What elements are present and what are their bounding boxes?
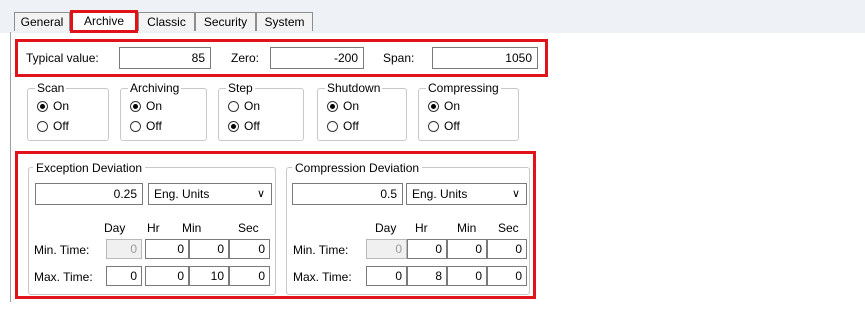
radio-button-icon[interactable] — [228, 100, 239, 112]
exception-min-sec[interactable]: 0 — [229, 239, 270, 259]
exception-min-hr[interactable]: 0 — [145, 239, 189, 259]
radio-step-on[interactable]: On — [228, 98, 260, 114]
compression-min-sec[interactable]: 0 — [487, 239, 527, 259]
radio-button-icon[interactable] — [428, 120, 439, 132]
radio-button-icon[interactable] — [130, 120, 141, 132]
compression-header-hr: Hr — [415, 221, 428, 235]
span-label: Span: — [383, 51, 415, 65]
compression-header-day: Day — [375, 221, 397, 235]
exception-max-min[interactable]: 10 — [189, 266, 229, 286]
radio-button-icon[interactable] — [428, 100, 439, 112]
tab-security[interactable]: Security — [195, 12, 256, 31]
compression-max-time-label: Max. Time: — [293, 270, 352, 284]
radio-label: On — [146, 99, 163, 113]
radio-archiving-off[interactable]: Off — [130, 118, 162, 134]
typical-value-label: Typical value: — [26, 51, 99, 65]
radio-group-title: Step — [226, 81, 255, 95]
radio-button-icon[interactable] — [327, 120, 338, 132]
compression-max-min[interactable]: 0 — [447, 266, 487, 286]
compression-units-label: Eng. Units — [412, 187, 468, 201]
tab-archive[interactable]: Archive — [70, 10, 138, 33]
compression-deviation-title: Compression Deviation — [292, 161, 423, 175]
radio-scan-off[interactable]: Off — [37, 118, 69, 134]
tab-classic[interactable]: Classic — [138, 12, 195, 31]
radio-label: On — [244, 99, 261, 113]
radio-button-icon[interactable] — [228, 120, 239, 132]
radio-button-icon[interactable] — [37, 120, 48, 132]
compression-min-time-label: Min. Time: — [293, 243, 349, 257]
exception-min-min[interactable]: 0 — [189, 239, 229, 259]
radio-label: On — [343, 99, 360, 113]
exception-deviation-title: Exception Deviation — [33, 161, 146, 175]
exception-header-min: Min — [182, 221, 202, 235]
radio-group-title: Archiving — [128, 81, 182, 95]
radio-label: Off — [244, 119, 260, 133]
radio-archiving-on[interactable]: On — [130, 98, 162, 114]
compression-value-input[interactable]: 0.5 — [292, 183, 403, 205]
compression-min-day: 0 — [366, 239, 407, 259]
tab-system[interactable]: System — [256, 12, 313, 31]
radio-shutdown-off[interactable]: Off — [327, 118, 359, 134]
chevron-down-icon: ∨ — [256, 188, 265, 200]
compression-max-sec[interactable]: 0 — [487, 266, 527, 286]
exception-max-sec[interactable]: 0 — [229, 266, 270, 286]
zero-label: Zero: — [231, 51, 260, 65]
tab-general[interactable]: General — [14, 12, 70, 31]
radio-label: Off — [146, 119, 162, 133]
radio-compressing-on[interactable]: On — [428, 98, 460, 114]
chevron-down-icon: ∨ — [511, 188, 520, 200]
radio-label: On — [53, 99, 70, 113]
panel-border-left — [10, 32, 11, 302]
compression-header-min: Min — [457, 221, 477, 235]
radio-scan-on[interactable]: On — [37, 98, 69, 114]
exception-max-day[interactable]: 0 — [106, 266, 142, 286]
radio-button-icon[interactable] — [37, 100, 48, 112]
radio-group-title: Scan — [35, 81, 67, 95]
compression-max-day[interactable]: 0 — [366, 266, 407, 286]
exception-max-hr[interactable]: 0 — [145, 266, 189, 286]
zero-input[interactable]: -200 — [270, 47, 364, 69]
exception-value-input[interactable]: 0.25 — [35, 183, 143, 205]
compression-units-select[interactable]: Eng. Units ∨ — [406, 183, 527, 205]
exception-units-label: Eng. Units — [154, 187, 210, 201]
compression-min-hr[interactable]: 0 — [407, 239, 447, 259]
compression-max-hr[interactable]: 8 — [407, 266, 447, 286]
radio-shutdown-on[interactable]: On — [327, 98, 359, 114]
exception-min-day: 0 — [106, 239, 142, 259]
exception-header-hr: Hr — [147, 221, 160, 235]
radio-button-icon[interactable] — [327, 100, 338, 112]
radio-label: Off — [53, 119, 69, 133]
compression-header-sec: Sec — [498, 221, 519, 235]
exception-units-select[interactable]: Eng. Units ∨ — [148, 183, 272, 205]
span-input[interactable]: 1050 — [432, 47, 538, 69]
typical-value-input[interactable]: 85 — [119, 47, 211, 69]
radio-group-title: Compressing — [426, 81, 501, 95]
radio-label: Off — [444, 119, 460, 133]
exception-header-day: Day — [104, 221, 126, 235]
radio-button-icon[interactable] — [130, 100, 141, 112]
compression-min-min[interactable]: 0 — [447, 239, 487, 259]
radio-label: On — [444, 99, 461, 113]
exception-header-sec: Sec — [238, 221, 259, 235]
radio-compressing-off[interactable]: Off — [428, 118, 460, 134]
exception-min-time-label: Min. Time: — [34, 243, 90, 257]
exception-max-time-label: Max. Time: — [34, 270, 93, 284]
radio-group-title: Shutdown — [325, 81, 383, 95]
radio-label: Off — [343, 119, 359, 133]
radio-step-off[interactable]: Off — [228, 118, 260, 134]
